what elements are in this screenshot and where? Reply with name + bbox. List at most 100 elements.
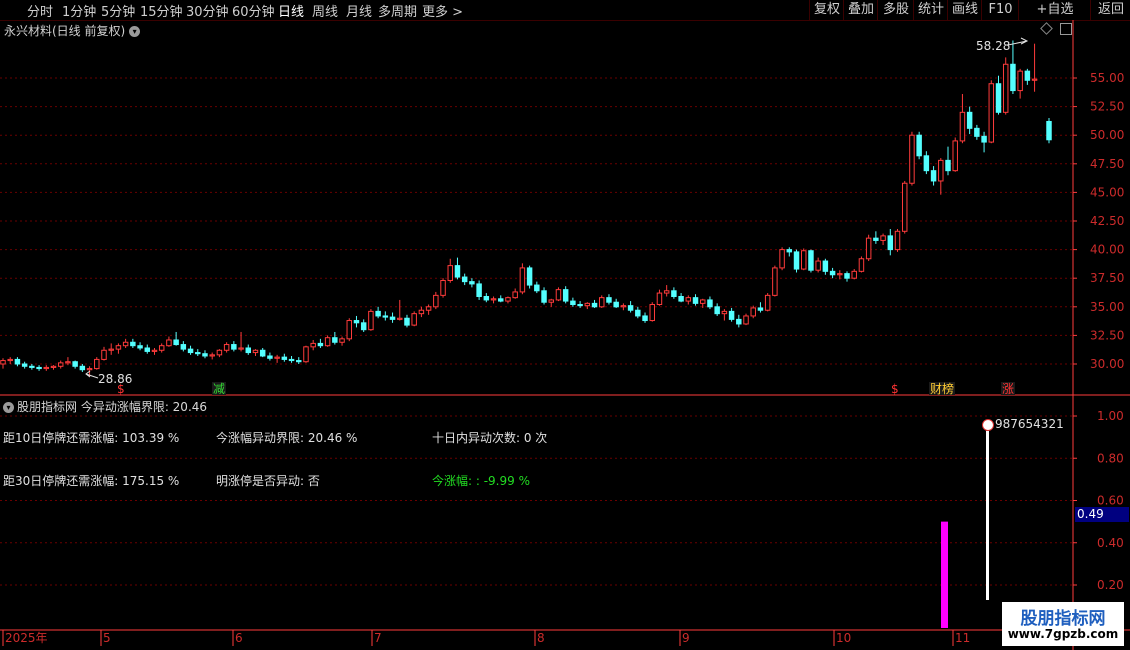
candle-body: [216, 349, 223, 356]
candle-body: [923, 155, 930, 172]
candle-body: [663, 290, 670, 294]
chevron-down-icon[interactable]: ▾: [3, 402, 14, 413]
candle-body: [65, 361, 71, 364]
candle-body: [360, 322, 367, 331]
candle-body: [793, 251, 800, 270]
candle-body: [411, 313, 417, 326]
candle-body: [79, 365, 86, 371]
xaxis-label-4: 8: [537, 631, 545, 645]
candle-body: [512, 291, 518, 299]
flag-icon: [982, 418, 994, 431]
candle-body: [757, 307, 764, 311]
candle-body: [267, 355, 273, 359]
candle-body: [238, 347, 244, 350]
candle-body: [815, 260, 821, 271]
candle-body: [180, 344, 187, 350]
candle-body: [498, 298, 504, 302]
candle-body: [151, 349, 158, 352]
candle-body: [685, 297, 692, 302]
candle-body: [122, 341, 129, 347]
candle-body: [829, 270, 836, 276]
candle-body: [880, 235, 886, 241]
marker-1: 减: [213, 382, 225, 396]
candle-body: [339, 338, 345, 343]
candle-body: [678, 296, 684, 302]
candle-body: [692, 297, 699, 304]
candle-body: [505, 297, 511, 302]
candle-body: [36, 366, 42, 370]
candle-body: [959, 111, 966, 142]
candle-body: [469, 281, 475, 285]
candle-body: [195, 352, 201, 355]
indicator-tick-label: 0.40: [1097, 536, 1124, 550]
candle-body: [894, 230, 901, 251]
candle-body: [94, 358, 100, 370]
candle-body: [187, 348, 194, 354]
candle-body: [974, 127, 980, 137]
price-tick-label: 32.50: [1090, 328, 1124, 342]
price-tick-label: 52.50: [1090, 100, 1124, 114]
candle-body: [50, 365, 57, 368]
price-tick-label: 37.50: [1090, 271, 1124, 285]
candle-body: [281, 356, 288, 360]
candle-body: [274, 356, 280, 359]
candle-body: [584, 302, 591, 307]
candle-body: [909, 134, 915, 184]
price-tick-label: 47.50: [1090, 157, 1124, 171]
candle-body: [865, 237, 872, 260]
candle-body: [29, 365, 35, 368]
price-tick-label: 30.00: [1090, 357, 1124, 371]
candle-body: [130, 341, 136, 347]
xaxis-label-1: 5: [103, 631, 111, 645]
candle-body: [570, 300, 576, 306]
candle-body: [851, 270, 857, 279]
candle-body: [642, 315, 648, 322]
candle-body: [649, 304, 655, 322]
candle-body: [223, 344, 230, 351]
candle-body: [736, 318, 742, 325]
candle-body: [144, 347, 151, 352]
kline-chart: 55.00 52.50 50.00 47.50 45.00 42.50 40.00 37.50…: [0, 20, 1130, 650]
candle-body: [310, 342, 316, 348]
candle-body: [606, 297, 612, 303]
candle-body: [86, 368, 93, 371]
candle-body: [562, 289, 569, 302]
marker-4: 涨: [1002, 381, 1014, 396]
candle-body: [930, 170, 937, 182]
xaxis-label-0: 2025年: [5, 631, 48, 645]
price-tick-label: 45.00: [1090, 185, 1124, 199]
candle-body: [656, 292, 663, 306]
candle-body: [837, 273, 843, 276]
candle-body: [786, 249, 793, 253]
candle-body: [454, 265, 461, 278]
price-tick-label: 40.00: [1090, 243, 1124, 257]
candle-body: [332, 337, 338, 343]
candle-body: [389, 316, 396, 320]
candle-body: [353, 320, 360, 324]
candle-body: [397, 317, 403, 320]
candle-body: [952, 140, 958, 172]
candle-body: [433, 294, 439, 308]
candle-body: [231, 344, 237, 350]
candle-body: [1046, 120, 1052, 141]
candle-body: [101, 349, 107, 360]
xaxis-label-3: 7: [374, 631, 382, 645]
candle-body: [728, 310, 735, 320]
candle-body: [534, 284, 540, 292]
distance-30-day-text: 距30日停牌还需涨幅: 175.15 %: [3, 474, 180, 488]
candle-body: [808, 250, 814, 271]
candle-body: [613, 301, 619, 308]
indicator-tick-label: 0.20: [1097, 578, 1124, 592]
candle-body: [779, 249, 785, 269]
candle-body: [447, 265, 453, 281]
candle-body: [0, 360, 6, 365]
indicator-white-bar: [986, 430, 989, 600]
candle-body: [858, 258, 865, 272]
low-price-label: 28.86: [98, 372, 132, 386]
candle-body: [844, 273, 850, 279]
candle-body: [317, 342, 324, 347]
candle-body: [938, 159, 944, 182]
candle-body: [43, 366, 50, 370]
price-tick-label: 55.00: [1090, 71, 1124, 85]
candle-body: [627, 305, 634, 311]
